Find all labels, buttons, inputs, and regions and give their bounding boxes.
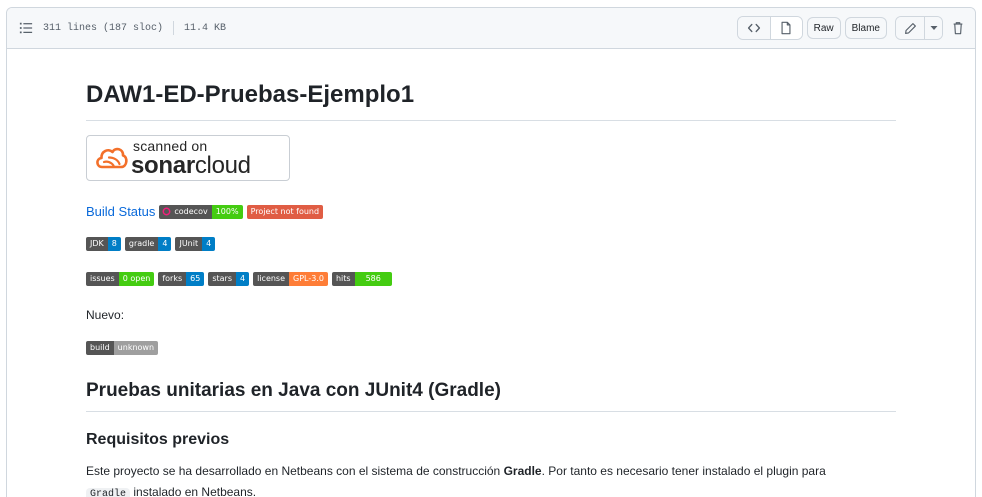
subsection-heading: Requisitos previos: [86, 431, 230, 448]
build-status-row: Build Status codecov 100% Project not fo…: [86, 204, 327, 219]
sonarcloud-logo-icon: [96, 147, 128, 169]
build-badge-row: build unknown: [86, 341, 162, 355]
file-info: 311 lines (187 sloc) 11.4 KB: [43, 21, 226, 35]
edit-dropdown-button[interactable]: [924, 17, 942, 39]
hits-badge[interactable]: hits 586: [331, 272, 392, 286]
code-icon: [747, 23, 760, 33]
pencil-icon: [904, 22, 916, 34]
jdk-badge[interactable]: JDK 8: [86, 237, 121, 251]
trash-icon: [953, 22, 963, 35]
sonarcloud-badge[interactable]: scanned on sonarcloud: [86, 135, 290, 181]
readme-title: DAW1-ED-Pruebas-Ejemplo1: [86, 81, 415, 108]
section-rule: [86, 411, 896, 412]
sonar-brand: sonarcloud: [131, 151, 251, 179]
raw-button[interactable]: Raw: [806, 17, 841, 39]
file-header: 311 lines (187 sloc) 11.4 KB Raw Blame: [7, 8, 975, 49]
line-count: 311 lines (187 sloc): [43, 22, 164, 34]
scanned-label: scanned on: [133, 137, 208, 154]
codecov-badge[interactable]: codecov 100%: [159, 204, 243, 219]
file-actions: Raw Blame: [736, 16, 967, 40]
build-unknown-badge[interactable]: build unknown: [86, 341, 159, 355]
repo-badges-row: issues 0 open forks 65 stars 4 license GPL-3…: [86, 272, 396, 286]
tech-badges-row: JDK 8 gradle 4 JUnit 4: [86, 237, 219, 251]
gradle-code: Gradle: [86, 488, 131, 497]
delete-button[interactable]: [949, 17, 967, 39]
junit-badge[interactable]: JUnit 4: [175, 237, 216, 251]
section-heading: Pruebas unitarias en Java con JUnit4 (Gr…: [86, 380, 501, 401]
edit-button[interactable]: [896, 17, 924, 39]
issues-badge[interactable]: issues 0 open: [86, 272, 155, 286]
gradle-badge[interactable]: gradle 4: [124, 237, 172, 251]
build-status-link[interactable]: Build Status: [86, 204, 155, 219]
file-size: 11.4 KB: [184, 22, 227, 34]
edit-group: [895, 16, 943, 40]
preview-button[interactable]: [769, 17, 802, 39]
license-badge[interactable]: license GPL-3.0: [253, 272, 328, 286]
stars-badge[interactable]: stars 4: [208, 272, 250, 286]
file-icon: [781, 21, 791, 35]
outline-list-icon[interactable]: [19, 20, 35, 36]
nuevo-label: Nuevo:: [86, 308, 125, 322]
blame-button[interactable]: Blame: [844, 17, 887, 39]
forks-badge[interactable]: forks 65: [158, 272, 205, 286]
requirements-paragraph: Este proyecto se ha desarrollado en Netb…: [86, 461, 896, 497]
divider: [173, 21, 175, 35]
project-not-found-badge[interactable]: Project not found: [246, 204, 324, 219]
view-toggle: [736, 16, 803, 40]
sonar-text: scanned on sonarcloud: [131, 139, 251, 178]
codecov-icon: [162, 207, 171, 216]
title-rule: [86, 120, 896, 121]
file-viewer: 311 lines (187 sloc) 11.4 KB Raw Blame D…: [6, 7, 976, 497]
code-view-button[interactable]: [737, 17, 770, 39]
triangle-down-icon: [930, 26, 937, 30]
gradle-bold: Gradle: [503, 464, 542, 478]
